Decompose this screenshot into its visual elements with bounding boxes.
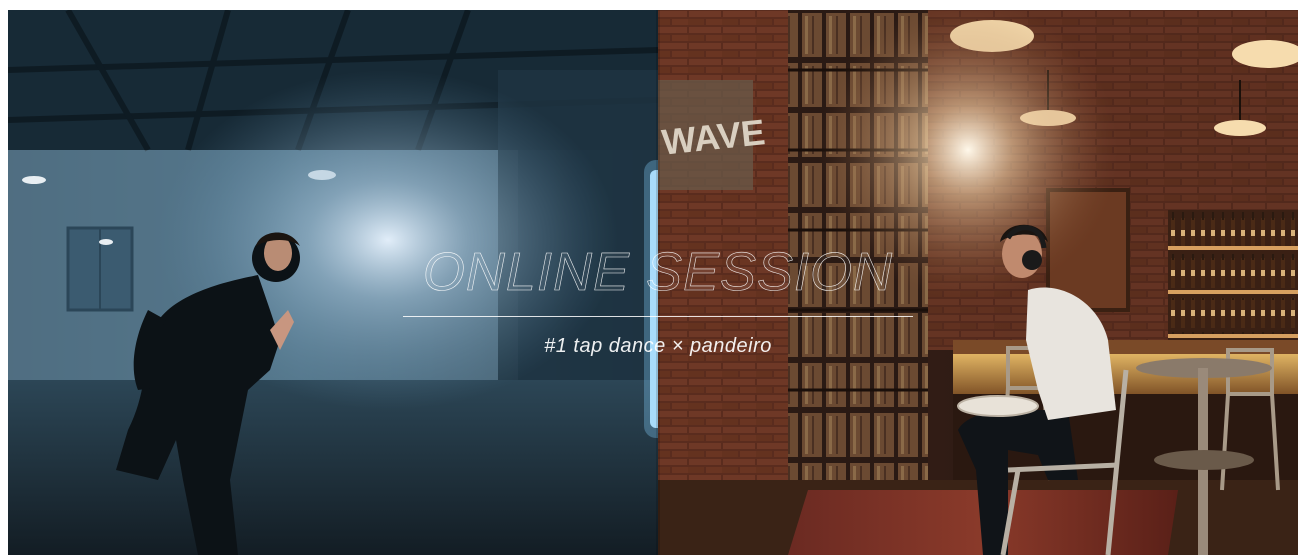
hero-subtitle: #1 tap dance × pandeiro bbox=[544, 335, 772, 357]
hero-banner: WAVE ONLINE SESSION #1 tap dance × pande… bbox=[8, 10, 1298, 555]
hero-title-block: ONLINE SESSION #1 tap dance × pandeiro bbox=[398, 232, 918, 382]
title-divider bbox=[403, 316, 913, 317]
hero-title: ONLINE SESSION bbox=[422, 242, 894, 303]
